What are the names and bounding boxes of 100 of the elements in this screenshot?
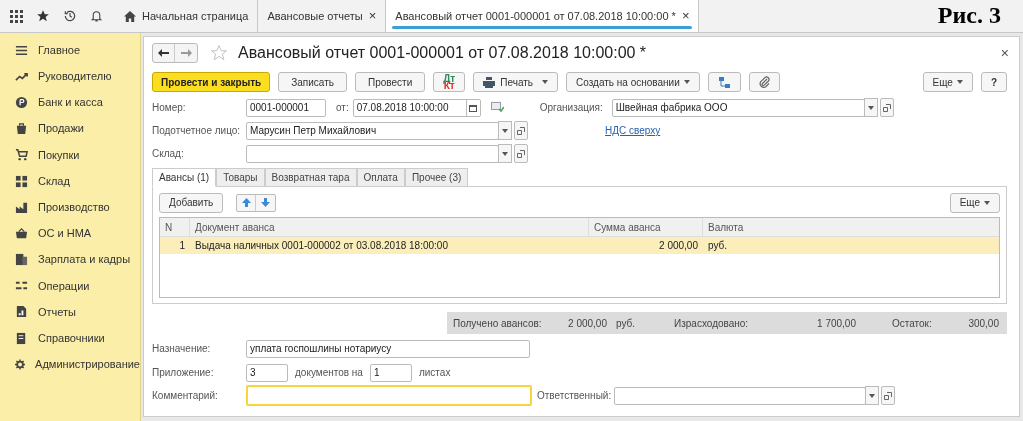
help-button[interactable]: ?: [980, 72, 1007, 92]
printer-icon: [483, 76, 496, 88]
home-icon: [124, 10, 136, 22]
field-label: Ответственный:: [537, 389, 612, 403]
field-label: Приложение:: [152, 366, 215, 380]
toolbar-button[interactable]: Записать: [278, 72, 347, 92]
sidebar-item[interactable]: Главное: [0, 37, 140, 64]
close-button[interactable]: ×: [1000, 42, 1009, 64]
input-field[interactable]: 1: [369, 363, 412, 382]
dropdown-button[interactable]: [865, 386, 880, 405]
sidebar-item[interactable]: Продажи: [0, 115, 140, 142]
sidebar-item[interactable]: Отчеты: [0, 298, 140, 326]
table-cell-text: Выдача наличных 0001-000002 от 03.08.2018 18:00:00: [194, 239, 449, 253]
input-field[interactable]: 3: [246, 363, 288, 382]
total-label: Израсходовано:: [674, 316, 750, 331]
caret-icon: [502, 128, 508, 133]
tab[interactable]: Прочее (3): [404, 168, 469, 187]
tab[interactable]: Возвратная тара: [264, 168, 357, 187]
dropdown-button[interactable]: [498, 121, 512, 140]
caret-icon: [683, 80, 690, 84]
grid-icon: [15, 174, 28, 188]
calendar-icon[interactable]: [465, 99, 480, 116]
input-field[interactable]: 0001-000001: [246, 98, 326, 117]
input-field[interactable]: [614, 386, 867, 405]
input-field[interactable]: Швейная фабрика ООО: [611, 98, 865, 117]
open-button[interactable]: [514, 121, 528, 140]
caret-icon: [867, 105, 874, 110]
table-cell-text: руб.: [707, 239, 729, 253]
caret-icon: [542, 80, 549, 84]
create-based-on-button[interactable]: Создать на основании: [566, 72, 700, 92]
sidebar-item[interactable]: Справочники: [0, 325, 140, 352]
more-button[interactable]: Еще: [922, 72, 973, 92]
print-button[interactable]: Печать: [473, 72, 559, 92]
close-tab-button[interactable]: ×: [681, 6, 690, 26]
history-icon[interactable]: [63, 9, 77, 23]
close-tab-button[interactable]: ×: [368, 6, 377, 26]
open-window-icon: [517, 149, 525, 158]
toolbar-button[interactable]: Провести: [355, 72, 426, 92]
field-label: от:: [336, 101, 349, 115]
caret-icon: [502, 151, 508, 156]
field-label: листах: [418, 366, 451, 380]
total-value: 300,00: [967, 316, 999, 331]
star-icon[interactable]: [36, 9, 50, 23]
field-label: Назначение:: [152, 342, 212, 356]
sidebar-item[interactable]: Зарплата и кадры: [0, 246, 140, 273]
open-window-icon: [517, 126, 525, 135]
arrow-right-icon: [180, 49, 192, 57]
tab[interactable]: Авансовый отчет 0001-000001 от 07.08.2018 10:00:00 * ×: [386, 0, 700, 32]
field-label: Организация:: [539, 101, 604, 115]
sidebar-item[interactable]: Руководителю: [0, 63, 140, 90]
comment-field[interactable]: [246, 385, 532, 406]
date-field[interactable]: 07.08.2018 10:00:00: [352, 98, 481, 117]
document-title: Авансовый отчет 0001-000001 от 07.08.2018 10:00:00 *: [238, 43, 648, 63]
tab[interactable]: Товары: [216, 168, 265, 187]
sidebar-item[interactable]: Склад: [0, 167, 140, 195]
open-button[interactable]: [514, 144, 528, 163]
sidebar-item[interactable]: Покупки: [0, 141, 140, 168]
currency-label: руб.: [616, 316, 637, 331]
column-header: Валюта: [707, 220, 745, 235]
sidebar-item[interactable]: ОС и НМА: [0, 220, 140, 247]
tab[interactable]: Авансы (1): [152, 168, 217, 187]
bell-icon[interactable]: [90, 9, 103, 23]
cart-icon: [15, 148, 28, 162]
field-label: Подотчетное лицо:: [152, 124, 242, 138]
input-field[interactable]: уплата госпошлины нотариусу: [246, 339, 530, 358]
input-field[interactable]: [246, 144, 499, 163]
sidebar-item[interactable]: Операции: [0, 272, 140, 299]
document-check-icon[interactable]: [490, 102, 504, 113]
dropdown-button[interactable]: [498, 144, 512, 163]
document-icon: [15, 305, 28, 319]
sidebar-item[interactable]: Администрирование: [0, 351, 140, 378]
factory-icon: [15, 200, 28, 214]
apps-grid-icon[interactable]: [10, 9, 23, 23]
arrow-up-icon: [241, 198, 251, 207]
open-button[interactable]: [879, 98, 894, 117]
tab[interactable]: Оплата: [356, 168, 405, 187]
sidebar-item[interactable]: Производство: [0, 194, 140, 221]
vat-link[interactable]: НДС сверху: [605, 123, 661, 138]
total-value: 2 000,00: [567, 316, 607, 331]
book-icon: [15, 331, 28, 345]
table-row[interactable]: 1 Выдача наличных 0001-000002 от 03.08.2018 18:00:00 2 000,00 руб.: [160, 237, 999, 254]
arrow-left-icon: [158, 49, 169, 57]
field-label: документов на: [295, 366, 363, 380]
post-and-close-button[interactable]: Провести и закрыть: [152, 72, 271, 92]
sidebar-item[interactable]: Банк и касса: [0, 89, 140, 116]
open-window-icon: [882, 103, 891, 112]
field-label: Комментарий:: [152, 389, 219, 403]
column-header: N: [160, 218, 190, 236]
add-button[interactable]: Добавить: [159, 192, 224, 213]
total-label: Остаток:: [892, 316, 933, 331]
input-field[interactable]: Марусин Петр Михайлович: [246, 121, 499, 140]
dt-kt-button[interactable]: Дт Кт: [433, 72, 466, 92]
more-button[interactable]: Еще: [949, 192, 1000, 213]
favorite-star-icon[interactable]: [210, 44, 228, 62]
open-button[interactable]: [881, 386, 896, 405]
attach-button[interactable]: [748, 72, 780, 92]
gear-icon: [15, 357, 26, 371]
bag-icon: [15, 122, 28, 136]
structure-button[interactable]: [707, 72, 741, 92]
box-icon: [15, 226, 28, 240]
